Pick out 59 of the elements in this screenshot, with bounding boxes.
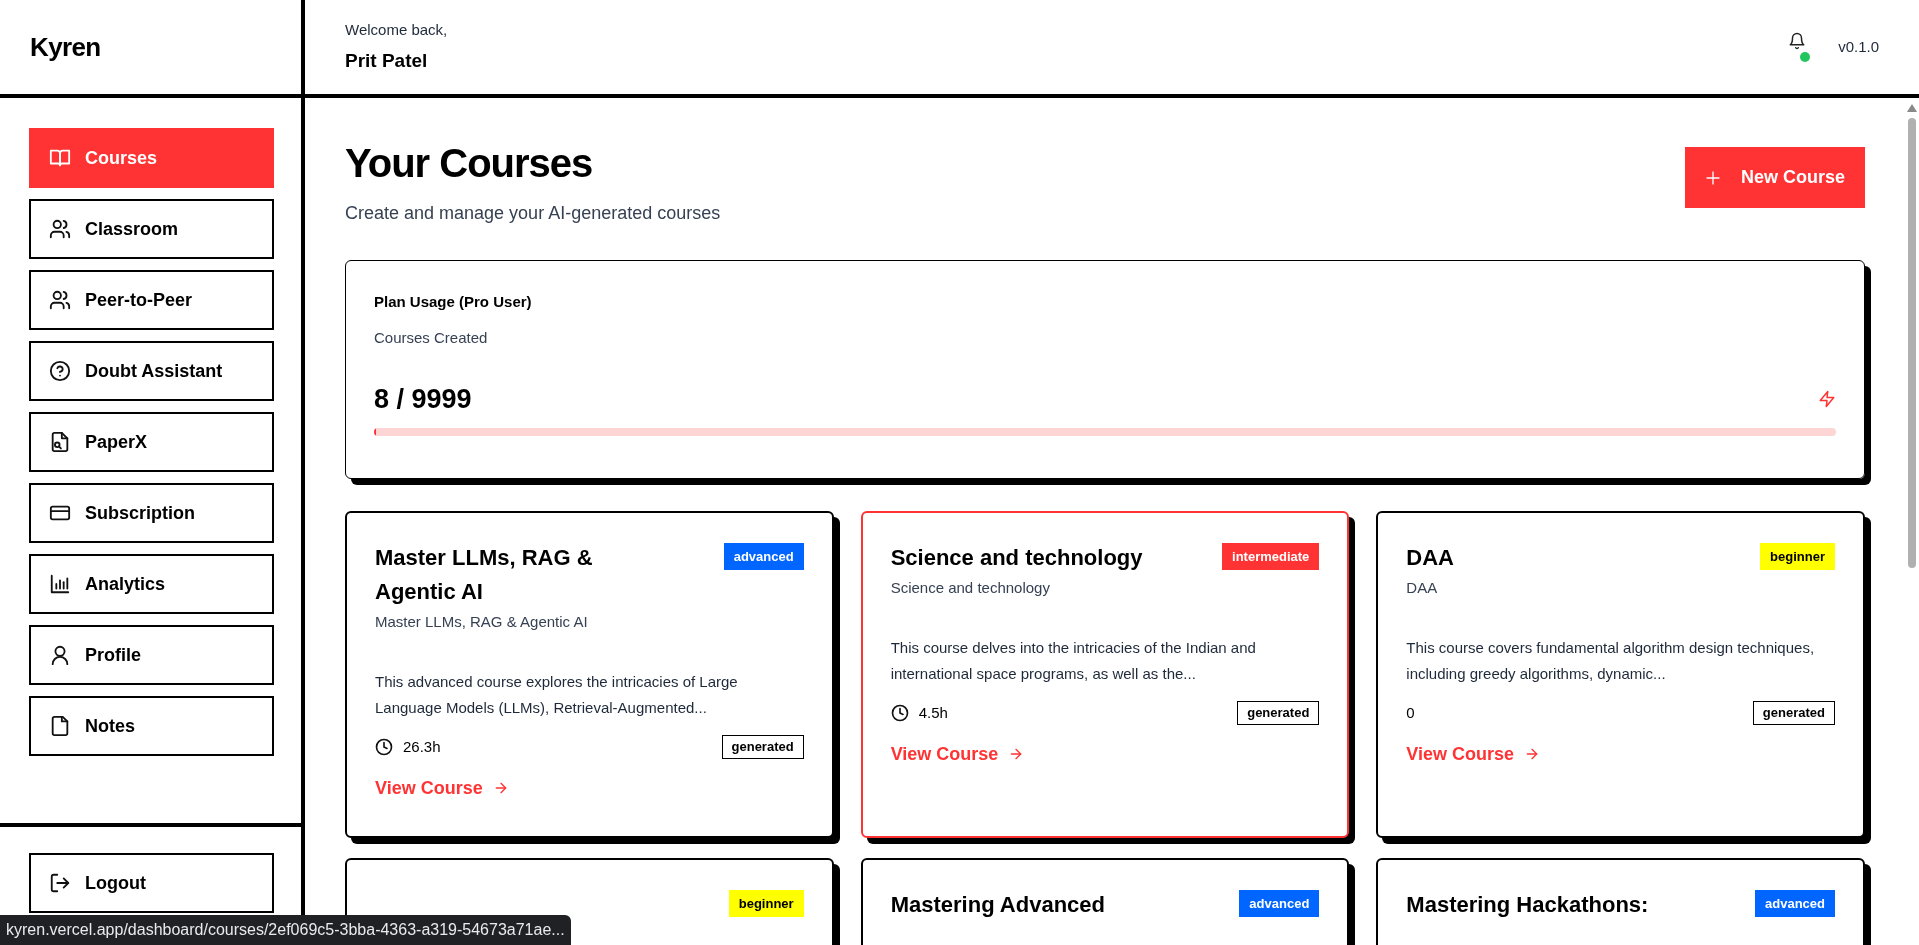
course-duration: 26.3h xyxy=(403,736,441,757)
courses-created-label: Courses Created xyxy=(374,327,489,348)
view-course-link[interactable]: View Course xyxy=(890,740,1025,768)
generated-tag: generated xyxy=(1237,701,1320,725)
level-badge: advanced xyxy=(723,542,804,570)
bar-chart-icon xyxy=(49,573,71,595)
course-description: This course covers fundamental algorithm design techniques, including greedy algorithms, dynamic... xyxy=(1406,638,1816,684)
course-subtitle: DAA xyxy=(1406,577,1439,598)
level-badge: beginner xyxy=(1760,542,1835,570)
view-course-link[interactable]: View Course xyxy=(1406,740,1541,768)
page-title: Your Courses xyxy=(345,140,594,187)
sidebar-item[interactable]: Subscription xyxy=(29,483,274,543)
document-icon xyxy=(49,715,71,737)
sidebar-item[interactable]: Notes xyxy=(29,696,274,756)
level-badge: advanced xyxy=(1239,889,1320,917)
course-description: This advanced course explores the intricacies of Large Language Models (LLMs), Retrieval-Augmented... xyxy=(375,672,739,718)
app-logo: Kyren xyxy=(30,30,101,64)
generated-tag: generated xyxy=(1752,701,1835,725)
users-icon xyxy=(49,289,71,311)
lightning-icon xyxy=(1818,390,1836,409)
usage-count: 8 / 9999 xyxy=(374,383,472,416)
generated-tag: generated xyxy=(721,735,804,759)
new-course-button[interactable]: New Course xyxy=(1684,147,1865,208)
course-title: Master LLMs, RAG & Agentic AI xyxy=(375,543,594,606)
course-duration: 4.5h xyxy=(918,702,948,723)
course-title: DAA xyxy=(1406,543,1455,572)
link-url-tooltip: kyren.vercel.app/dashboard/courses/2ef069c5-3bba-4363-a319-54673a71ae... xyxy=(0,915,571,945)
level-badge: intermediate xyxy=(1222,542,1320,570)
view-course-link[interactable]: View Course xyxy=(375,774,509,802)
plus-icon xyxy=(1704,169,1721,186)
file-search-icon xyxy=(49,431,71,453)
course-subtitle: Science and technology xyxy=(890,577,1051,598)
users-icon xyxy=(49,218,71,240)
sidebar-item[interactable]: Classroom xyxy=(29,199,274,259)
plan-usage-title: Plan Usage (Pro User) xyxy=(374,292,533,312)
logout-button[interactable]: Logout xyxy=(29,853,274,913)
sidebar-item[interactable]: Courses xyxy=(29,128,274,188)
course-title: Science and technology xyxy=(890,543,1144,572)
sidebar-item[interactable]: Doubt Assistant xyxy=(29,341,274,401)
sidebar-item[interactable]: Analytics xyxy=(29,554,274,614)
course-subtitle: Master LLMs, RAG & Agentic AI xyxy=(375,611,589,632)
sidebar-item[interactable]: Profile xyxy=(29,625,274,685)
level-badge: advanced xyxy=(1755,889,1835,917)
version-label: v0.1.0 xyxy=(1838,36,1879,57)
course-description: This course delves into the intricacies of the Indian and international space programs, as well as the... xyxy=(890,638,1257,684)
user-name: Prit Patel xyxy=(345,49,429,73)
page-subtitle: Create and manage your AI-generated courses xyxy=(345,202,721,225)
bell-icon xyxy=(1788,32,1807,50)
welcome-text: Welcome back, xyxy=(345,19,448,40)
book-icon xyxy=(49,147,71,169)
user-icon xyxy=(49,644,71,666)
sidebar-item[interactable]: Peer-to-Peer xyxy=(29,270,274,330)
question-circle-icon xyxy=(49,360,71,382)
level-badge: beginner xyxy=(728,889,804,917)
logout-icon xyxy=(49,872,71,894)
course-title: Mastering Hackathons: xyxy=(1406,890,1650,919)
course-title: Mastering Advanced xyxy=(890,890,1106,919)
sidebar-item[interactable]: PaperX xyxy=(29,412,274,472)
course-duration: 0 xyxy=(1406,702,1415,723)
